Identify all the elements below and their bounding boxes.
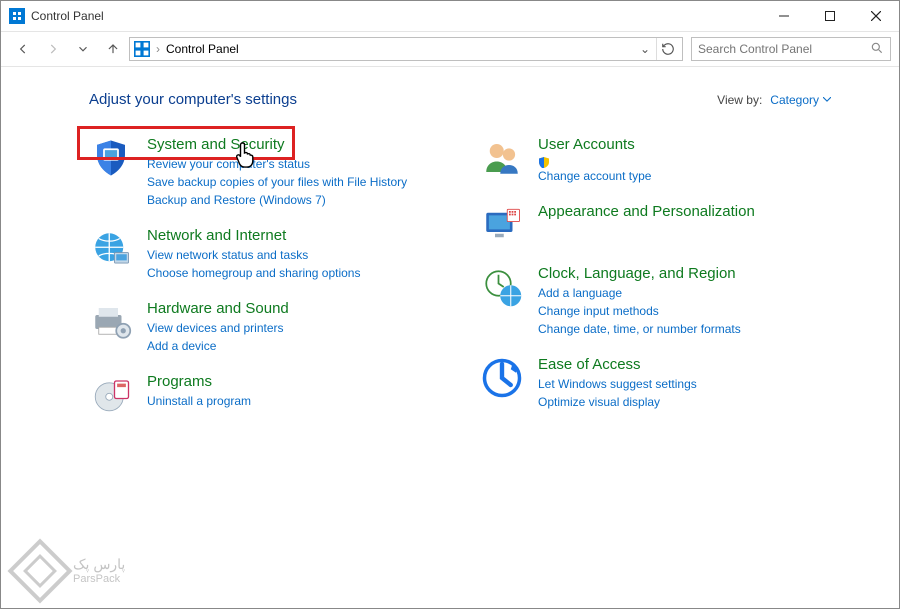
user-accounts-icon <box>480 136 524 180</box>
up-button[interactable] <box>99 35 127 63</box>
control-panel-app-icon <box>9 8 25 24</box>
category-system-and-security: System and Security Review your computer… <box>89 136 440 209</box>
category-ease-of-access: Ease of Access Let Windows suggest setti… <box>480 356 831 411</box>
category-hardware-and-sound: Hardware and Sound View devices and prin… <box>89 300 440 355</box>
search-box[interactable] <box>691 37 891 61</box>
category-clock-language-region: Clock, Language, and Region Add a langua… <box>480 265 831 338</box>
page-title: Adjust your computer's settings <box>89 91 297 108</box>
window-title: Control Panel <box>31 9 104 23</box>
search-icon <box>870 41 884 58</box>
programs-disc-icon <box>89 373 133 417</box>
viewby-dropdown[interactable]: Category <box>770 93 831 107</box>
watermark-logo-icon <box>7 538 72 603</box>
category-title[interactable]: User Accounts <box>538 136 651 153</box>
minimize-button[interactable] <box>761 1 807 31</box>
task-link[interactable]: Change account type <box>538 155 651 185</box>
category-appearance-and-personalization: Appearance and Personalization <box>480 203 831 247</box>
task-link[interactable]: View devices and printers <box>147 319 289 337</box>
category-title[interactable]: System and Security <box>147 136 407 153</box>
task-link[interactable]: Backup and Restore (Windows 7) <box>147 191 407 209</box>
task-link[interactable]: Save backup copies of your files with Fi… <box>147 173 407 191</box>
category-network-and-internet: Network and Internet View network status… <box>89 227 440 282</box>
refresh-button[interactable] <box>656 38 678 60</box>
viewby-label: View by: <box>717 93 762 107</box>
uac-shield-icon <box>538 155 550 167</box>
category-title[interactable]: Appearance and Personalization <box>538 203 755 220</box>
category-programs: Programs Uninstall a program <box>89 373 440 417</box>
viewby-value: Category <box>770 93 819 107</box>
ease-of-access-icon <box>480 356 524 400</box>
category-title[interactable]: Ease of Access <box>538 356 697 373</box>
maximize-button[interactable] <box>807 1 853 31</box>
task-link[interactable]: Add a language <box>538 284 741 302</box>
task-link[interactable]: Let Windows suggest settings <box>538 375 697 393</box>
search-input[interactable] <box>698 42 870 56</box>
category-user-accounts: User Accounts Change account type <box>480 136 831 185</box>
task-link[interactable]: Uninstall a program <box>147 392 251 410</box>
address-bar[interactable]: › Control Panel ⌄ <box>129 37 683 61</box>
security-shield-icon <box>89 136 133 180</box>
appearance-monitor-icon <box>480 203 524 247</box>
task-link[interactable]: Change input methods <box>538 302 741 320</box>
category-title[interactable]: Clock, Language, and Region <box>538 265 741 282</box>
category-title[interactable]: Network and Internet <box>147 227 360 244</box>
task-link[interactable]: Choose homegroup and sharing options <box>147 264 360 282</box>
watermark-text-fa: پارس پک <box>73 556 125 573</box>
watermark-text-en: ParsPack <box>73 573 125 586</box>
printer-hardware-icon <box>89 300 133 344</box>
category-title[interactable]: Hardware and Sound <box>147 300 289 317</box>
task-link[interactable]: Optimize visual display <box>538 393 697 411</box>
close-button[interactable] <box>853 1 899 31</box>
task-link[interactable]: Change date, time, or number formats <box>538 320 741 338</box>
forward-button[interactable] <box>39 35 67 63</box>
task-link[interactable]: View network status and tasks <box>147 246 360 264</box>
network-globe-icon <box>89 227 133 271</box>
category-title[interactable]: Programs <box>147 373 251 390</box>
recent-locations-dropdown[interactable] <box>69 35 97 63</box>
task-link[interactable]: Add a device <box>147 337 289 355</box>
watermark: پارس پک ParsPack <box>17 548 125 594</box>
address-dropdown-button[interactable]: ⌄ <box>640 42 650 56</box>
chevron-down-icon <box>823 97 831 102</box>
breadcrumb-separator-icon: › <box>156 42 160 56</box>
back-button[interactable] <box>9 35 37 63</box>
task-link[interactable]: Review your computer's status <box>147 155 407 173</box>
control-panel-location-icon <box>134 41 150 57</box>
clock-region-icon <box>480 265 524 309</box>
breadcrumb-location[interactable]: Control Panel <box>166 42 239 56</box>
